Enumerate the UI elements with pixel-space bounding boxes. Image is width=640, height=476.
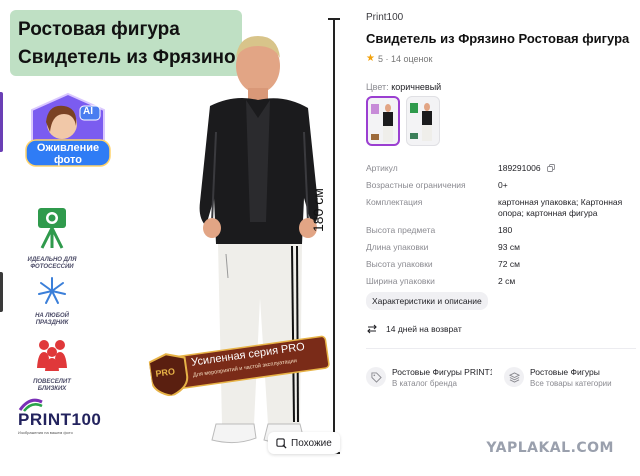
spec-value: 180 <box>498 225 513 235</box>
spec-value: 0+ <box>498 180 508 190</box>
color-swatch-brown[interactable] <box>366 96 400 146</box>
color-value: коричневый <box>391 82 442 92</box>
color-label: Цвет: <box>366 82 389 92</box>
category-link[interactable]: Ростовые Фигуры Все товары категории <box>504 367 632 388</box>
spec-value: картонная упаковка; Картонная опора; кар… <box>498 197 623 218</box>
gallery-thumb-edge[interactable] <box>0 92 3 152</box>
spec-value: 93 см <box>498 242 520 252</box>
spec-value: 2 см <box>498 276 516 286</box>
spec-row: Возрастные ограничения 0+ <box>366 180 636 191</box>
spec-row: Комплектация картонная упаковка; Картонн… <box>366 197 636 219</box>
return-policy[interactable]: 14 дней на возврат <box>366 323 462 335</box>
spec-key: Возрастные ограничения <box>366 180 466 190</box>
category-subtitle: Все товары категории <box>530 379 612 388</box>
print100-logo: PRINT100 Изображения на вашем фото <box>18 398 118 450</box>
category-title: Ростовые Фигуры <box>530 367 600 377</box>
spec-key: Высота предмета <box>366 225 436 235</box>
spec-row: Длина упаковки 93 см <box>366 242 636 253</box>
holiday-feature: на любой праздник <box>22 276 82 327</box>
product-image[interactable]: Ростовая фигура Свидетель из Фрязино AI … <box>0 0 348 476</box>
divider <box>366 348 636 349</box>
color-swatch-green[interactable] <box>406 96 440 146</box>
fun-caption: повеселит близких <box>33 379 71 392</box>
characteristics-button[interactable]: Характеристики и описание <box>366 292 488 310</box>
spec-key: Ширина упаковки <box>366 276 435 286</box>
spec-key: Комплектация <box>366 197 423 207</box>
rating[interactable]: ★ 5 · 14 оценок <box>366 53 432 64</box>
print100-logo-text: PRINT100 <box>18 410 102 429</box>
people-icon <box>37 340 67 371</box>
fireworks-icon <box>38 277 66 304</box>
ai-badge-line2: фото <box>54 154 82 166</box>
spec-key: Длина упаковки <box>366 242 429 252</box>
spec-row: Высота упаковки 72 см <box>366 259 636 270</box>
holiday-caption: на любой праздник <box>35 313 69 326</box>
spec-row: Ширина упаковки 2 см <box>366 276 636 287</box>
height-ruler <box>328 18 340 454</box>
tag-icon <box>370 371 382 383</box>
ai-badge-line1: Оживление <box>36 142 100 154</box>
return-text: 14 дней на возврат <box>386 324 462 334</box>
spec-row: Артикул 189291006 <box>366 163 636 174</box>
return-arrows-icon <box>367 324 377 334</box>
catalog-links: Ростовые Фигуры PRINT100 В каталог бренд… <box>366 367 640 388</box>
ai-badge-tag: AI <box>83 106 93 117</box>
product-title: Свидетель из Фрязино Ростовая фигура <box>366 31 630 46</box>
gallery-thumb-edge[interactable] <box>0 272 3 312</box>
search-similar-icon <box>276 437 287 449</box>
product-info: Print100 Свидетель из Фрязино Ростовая ф… <box>366 0 640 476</box>
watermark: YAPLAKAL.COM <box>486 440 614 456</box>
height-label: 180 см <box>310 188 326 232</box>
brand-catalog-subtitle: В каталог бренда <box>392 379 457 388</box>
spec-value: 72 см <box>498 259 520 269</box>
stack-icon <box>508 371 520 383</box>
brand-link[interactable]: Print100 <box>366 12 403 23</box>
spec-key: Артикул <box>366 163 398 173</box>
brand-catalog-link[interactable]: Ростовые Фигуры PRINT100 В каталог бренд… <box>366 367 494 388</box>
spec-row: Высота предмета 180 <box>366 225 636 236</box>
photoshoot-caption: идеально для фотосессии <box>27 257 77 270</box>
camera-icon <box>38 208 66 249</box>
spec-list: Артикул 189291006 Возрастные ограничения… <box>366 163 636 293</box>
star-icon: ★ <box>366 53 375 64</box>
similar-button-label: Похожие <box>291 437 332 449</box>
color-swatches <box>366 96 440 146</box>
similar-button[interactable]: Похожие <box>268 432 340 454</box>
rating-text: 5 · 14 оценок <box>377 53 433 64</box>
photoshoot-feature: идеально для фотосессии <box>22 204 82 271</box>
color-row: Цвет: коричневый <box>366 82 441 92</box>
print100-logo-sub: Изображения на вашем фото <box>18 430 73 435</box>
brand-catalog-title: Ростовые Фигуры PRINT100 <box>392 367 492 377</box>
spec-key: Высота упаковки <box>366 259 433 269</box>
copy-icon[interactable] <box>546 164 555 172</box>
article-number: 189291006 <box>498 163 541 173</box>
fun-feature: повеселит близких <box>22 338 82 393</box>
ai-animation-badge: AI Оживление фото <box>22 92 114 176</box>
